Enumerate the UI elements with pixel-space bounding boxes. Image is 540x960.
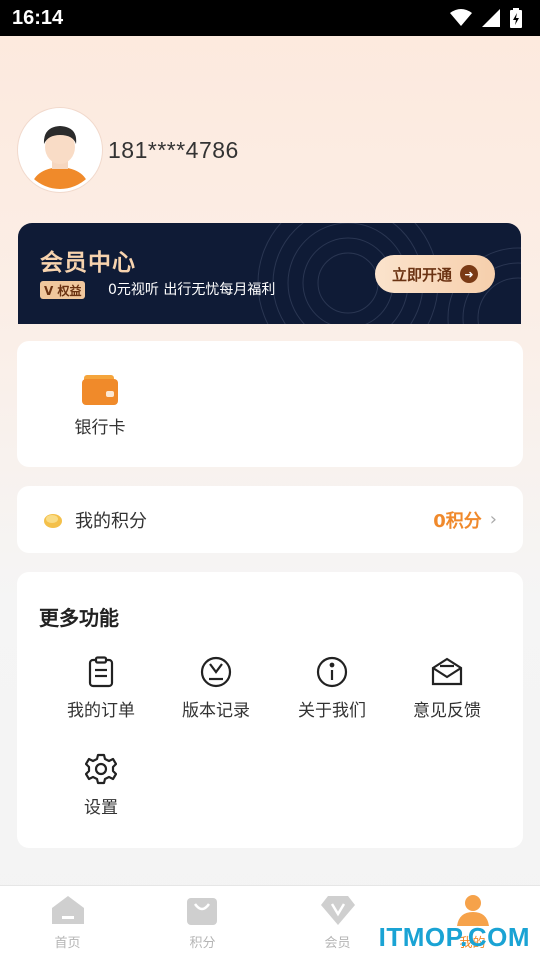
section-title: 更多功能: [39, 606, 119, 630]
vip-description: 0元视听 出行无忧每月福利: [108, 282, 276, 298]
watermark-logo: ITMOP.COM: [378, 922, 530, 952]
vip-badge: V 权益: [40, 281, 86, 299]
open-vip-button[interactable]: 立即开通 ➜: [375, 255, 495, 293]
func-label: 版本记录: [182, 701, 250, 721]
signal-icon: [482, 9, 500, 27]
battery-icon: [510, 8, 522, 28]
avatar[interactable]: [18, 108, 102, 192]
func-settings[interactable]: 设置: [46, 753, 156, 818]
coin-icon: [44, 513, 62, 528]
status-bar: 16:14: [0, 0, 540, 36]
info-icon: [316, 656, 348, 688]
func-label: 关于我们: [298, 701, 366, 721]
vip-banner[interactable]: 会员中心 V 权益 0元视听 出行无忧每月福利 立即开通 ➜: [18, 223, 521, 324]
func-feedback[interactable]: 意见反馈: [392, 656, 502, 721]
bank-card-label: 银行卡: [74, 418, 126, 438]
func-label: 意见反馈: [413, 701, 481, 721]
version-icon: [200, 656, 232, 688]
status-time: 16:14: [12, 6, 64, 29]
more-functions-section: 更多功能 我的订单 版本记录 关于我们 意见反馈 设置: [17, 572, 523, 848]
clipboard-icon: [88, 656, 114, 688]
func-my-orders[interactable]: 我的订单: [46, 656, 156, 721]
bag-icon: [186, 898, 217, 925]
func-label: 我的订单: [67, 701, 135, 721]
home-icon: [51, 896, 84, 924]
points-label: 我的积分: [75, 510, 147, 532]
points-row[interactable]: 我的积分 0积分 ›: [17, 486, 523, 553]
func-version-history[interactable]: 版本记录: [161, 656, 271, 721]
tab-points[interactable]: 积分: [135, 886, 270, 960]
tab-label: 积分: [189, 936, 216, 951]
mail-icon: [431, 657, 463, 686]
avatar-icon: [21, 111, 99, 189]
bank-card-section: 银行卡: [17, 341, 523, 467]
func-about-us[interactable]: 关于我们: [277, 656, 387, 721]
arrow-right-icon: ➜: [460, 265, 478, 283]
points-value: 0积分: [433, 510, 482, 532]
wifi-icon: [450, 9, 472, 26]
user-phone: 181****4786: [108, 136, 239, 163]
wallet-icon: [82, 375, 118, 405]
diamond-icon: [320, 896, 355, 925]
gear-icon: [85, 753, 117, 785]
tab-label: 首页: [54, 936, 81, 951]
func-label: 设置: [84, 798, 118, 818]
tab-home[interactable]: 首页: [0, 886, 135, 960]
profile-header[interactable]: 181****4786: [18, 108, 239, 192]
chevron-right-icon: ›: [489, 509, 497, 530]
open-vip-label: 立即开通: [391, 265, 452, 284]
bank-card-button[interactable]: 银行卡: [67, 373, 133, 438]
vip-title: 会员中心: [40, 250, 136, 276]
